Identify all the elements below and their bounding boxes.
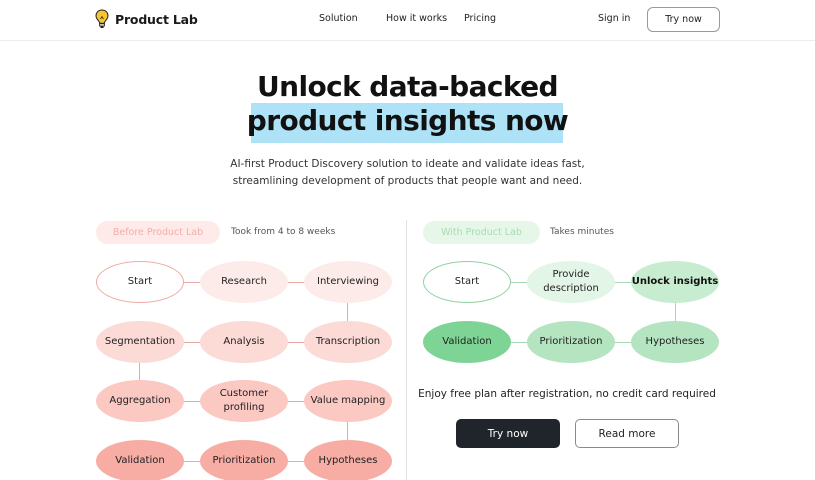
before-node-validation: Validation: [96, 440, 184, 480]
top-nav: Product Lab Solution How it works Pricin…: [0, 0, 815, 40]
before-node-aggregation: Aggregation: [96, 380, 184, 422]
try-now-button-header[interactable]: Try now: [647, 7, 720, 32]
comparison-divider: [406, 220, 407, 480]
read-more-button[interactable]: Read more: [575, 419, 679, 448]
free-plan-note: Enjoy free plan after registration, no c…: [418, 388, 716, 400]
with-node-provide-description: Provide description: [527, 261, 615, 303]
sign-in-link[interactable]: Sign in: [598, 13, 630, 24]
with-node-hypotheses: Hypotheses: [631, 321, 719, 363]
hero-subtitle-line2: streamlining development of products tha…: [232, 175, 583, 187]
before-node-segmentation: Segmentation: [96, 321, 184, 363]
nav-link-solution[interactable]: Solution: [319, 13, 358, 24]
flow-connector: [347, 421, 348, 441]
before-node-start: Start: [96, 261, 184, 303]
lightbulb-icon: [95, 9, 109, 28]
before-node-interviewing: Interviewing: [304, 261, 392, 303]
try-now-button[interactable]: Try now: [456, 419, 560, 448]
with-duration-note: Takes minutes: [550, 227, 614, 237]
hero-title-line2: product insights now: [246, 104, 569, 137]
flow-connector: [347, 302, 348, 322]
flow-connector: [139, 362, 140, 382]
with-node-unlock-insights: Unlock insights: [631, 261, 719, 303]
with-node-prioritization: Prioritization: [527, 321, 615, 363]
before-duration-note: Took from 4 to 8 weeks: [231, 227, 336, 237]
before-node-customer-profiling: Customer profiling: [200, 380, 288, 422]
before-node-hypotheses: Hypotheses: [304, 440, 392, 480]
hero-subtitle-line1: AI-first Product Discovery solution to i…: [230, 158, 585, 170]
before-node-prioritization: Prioritization: [200, 440, 288, 480]
before-node-transcription: Transcription: [304, 321, 392, 363]
with-product-lab-pill: With Product Lab: [423, 221, 540, 244]
nav-link-how-it-works[interactable]: How it works: [386, 13, 447, 24]
hero-title-line1: Unlock data-backed: [257, 70, 559, 103]
before-node-value-mapping: Value mapping: [304, 380, 392, 422]
with-node-validation: Validation: [423, 321, 511, 363]
brand-logo[interactable]: Product Lab: [95, 9, 198, 29]
before-node-research: Research: [200, 261, 288, 303]
nav-divider: [0, 40, 815, 41]
before-node-analysis: Analysis: [200, 321, 288, 363]
before-product-lab-pill: Before Product Lab: [96, 221, 220, 244]
nav-link-pricing[interactable]: Pricing: [464, 13, 496, 24]
with-node-start: Start: [423, 261, 511, 303]
flow-connector: [675, 302, 676, 322]
brand-name: Product Lab: [115, 11, 198, 27]
